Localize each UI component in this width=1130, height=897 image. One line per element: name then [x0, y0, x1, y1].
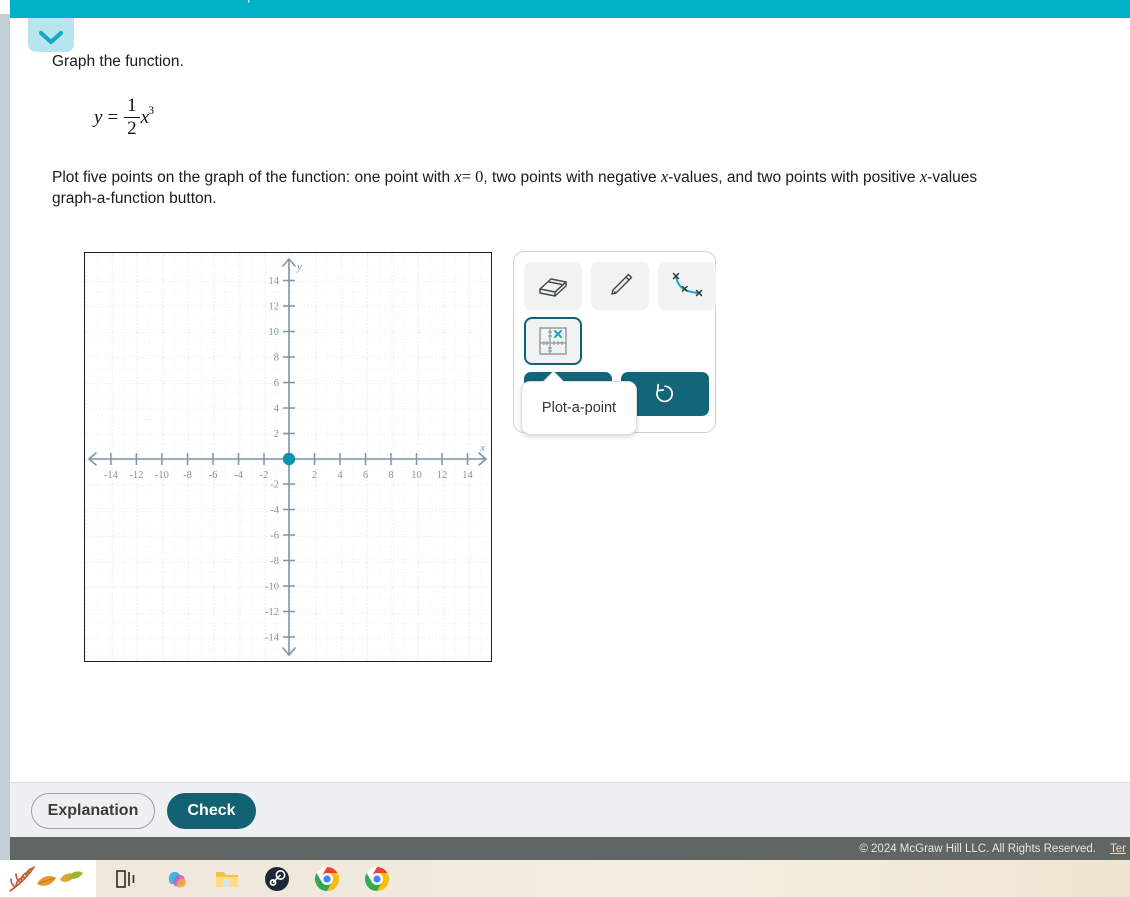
instructions-eq1: = 0: [461, 167, 484, 186]
wallpaper-thumbnail[interactable]: [0, 860, 96, 897]
instructions-line2: graph-a-function button.: [52, 190, 217, 207]
copyright-text: © 2024 McGraw Hill LLC. All Rights Reser…: [859, 842, 1097, 855]
svg-text:-4: -4: [234, 470, 243, 481]
chrome-icon-2[interactable]: [364, 866, 390, 892]
windows-taskbar: [0, 860, 1130, 897]
svg-text:8: 8: [274, 353, 279, 364]
taskbar-background: [388, 860, 1130, 897]
eraser-tool-button[interactable]: [524, 262, 582, 310]
chrome-icon-1[interactable]: [314, 866, 340, 892]
svg-text:-6: -6: [270, 531, 279, 542]
content-panel: Graph the function. y = 1 2 x 3 Plot fiv…: [10, 18, 1130, 780]
plot-a-point-tool-button[interactable]: [524, 317, 582, 365]
svg-text:2: 2: [312, 470, 317, 481]
plotted-point[interactable]: [282, 452, 296, 466]
svg-text:-6: -6: [209, 470, 218, 481]
page-footer: © 2024 McGraw Hill LLC. All Rights Reser…: [10, 837, 1130, 860]
svg-text:-12: -12: [129, 470, 143, 481]
question-instructions: Plot five points on the graph of the fun…: [52, 166, 1130, 209]
chevron-down-icon: [38, 30, 64, 46]
svg-text:12: 12: [269, 302, 280, 313]
coordinate-graph[interactable]: -14 -12 -10 -8 -6 -4 -2 246 8 10 12 14 14 12 10 …: [84, 252, 492, 662]
svg-text:-14: -14: [265, 633, 280, 644]
formula-exponent: 3: [148, 103, 155, 118]
svg-text:-12: -12: [265, 607, 279, 618]
pencil-tool-button[interactable]: [591, 262, 649, 310]
fraction-denominator: 2: [127, 118, 137, 140]
y-axis-name: y: [296, 261, 302, 273]
pencil-icon: [605, 271, 635, 301]
svg-text:4: 4: [337, 470, 343, 481]
top-bar-title: ALEKS - Practice / Graph a function: [110, 0, 324, 3]
explanation-button[interactable]: Explanation: [31, 793, 155, 829]
plot-point-grid-icon: [536, 325, 570, 357]
svg-text:-10: -10: [155, 470, 169, 481]
terms-link[interactable]: Ter: [1110, 843, 1126, 855]
formula-fraction: 1 2: [124, 96, 140, 139]
fraction-numerator: 1: [127, 95, 137, 116]
svg-text:4: 4: [274, 404, 280, 415]
x-axis-name: x: [479, 442, 485, 454]
instructions-part2: , two points with negative: [483, 169, 661, 186]
instructions-var1: x: [454, 167, 462, 186]
taskbar-icons: [114, 866, 390, 892]
svg-text:2: 2: [274, 429, 279, 440]
eraser-icon: [536, 274, 570, 298]
svg-text:10: 10: [411, 470, 422, 481]
plot-a-point-tooltip: Plot-a-point: [521, 381, 637, 435]
svg-text:14: 14: [269, 276, 280, 287]
check-button[interactable]: Check: [167, 793, 256, 829]
question-prompt: Graph the function.: [52, 53, 184, 70]
graph-a-function-tool-button[interactable]: [658, 262, 716, 310]
svg-text:-10: -10: [265, 582, 279, 593]
svg-text:14: 14: [462, 470, 473, 481]
formula-lhs: y: [94, 106, 103, 128]
collapse-panel-button[interactable]: [28, 18, 74, 52]
tool-row-primary: [524, 262, 716, 310]
function-curve-icon: [669, 272, 705, 300]
action-button-bar: Explanation Check: [10, 782, 1130, 837]
svg-text:-4: -4: [270, 505, 279, 516]
tooltip-label: Plot-a-point: [541, 400, 617, 416]
svg-text:8: 8: [388, 470, 393, 481]
steam-icon[interactable]: [264, 866, 290, 892]
undo-arrow-icon: [653, 382, 677, 406]
instructions-part4: -values: [927, 169, 978, 186]
graph-svg[interactable]: -14 -12 -10 -8 -6 -4 -2 246 8 10 12 14 141210 …: [85, 253, 490, 660]
svg-text:-8: -8: [183, 470, 192, 481]
tool-row-secondary: [524, 317, 582, 365]
svg-text:-14: -14: [104, 470, 119, 481]
svg-text:-2: -2: [270, 480, 279, 491]
autumn-leaves-icon: [9, 865, 83, 892]
svg-text:-2: -2: [260, 470, 269, 481]
top-teal-bar: ALEKS - Practice / Graph a function: [10, 0, 1130, 18]
svg-text:12: 12: [437, 470, 448, 481]
svg-text:6: 6: [274, 378, 279, 389]
instructions-part3: -values, and two points with positive: [668, 169, 920, 186]
instructions-part1: Plot five points on the graph of the fun…: [52, 169, 455, 186]
left-rail: [0, 14, 10, 860]
task-view-icon[interactable]: [114, 866, 140, 892]
file-explorer-icon[interactable]: [214, 866, 240, 892]
function-formula: y = 1 2 x 3: [94, 96, 155, 139]
svg-text:-8: -8: [270, 556, 279, 567]
svg-text:10: 10: [269, 327, 280, 338]
copilot-icon[interactable]: [164, 866, 190, 892]
svg-text:6: 6: [363, 470, 368, 481]
formula-equals: =: [107, 106, 119, 128]
app-window: ALEKS - Practice / Graph a function Grap…: [0, 0, 1130, 897]
